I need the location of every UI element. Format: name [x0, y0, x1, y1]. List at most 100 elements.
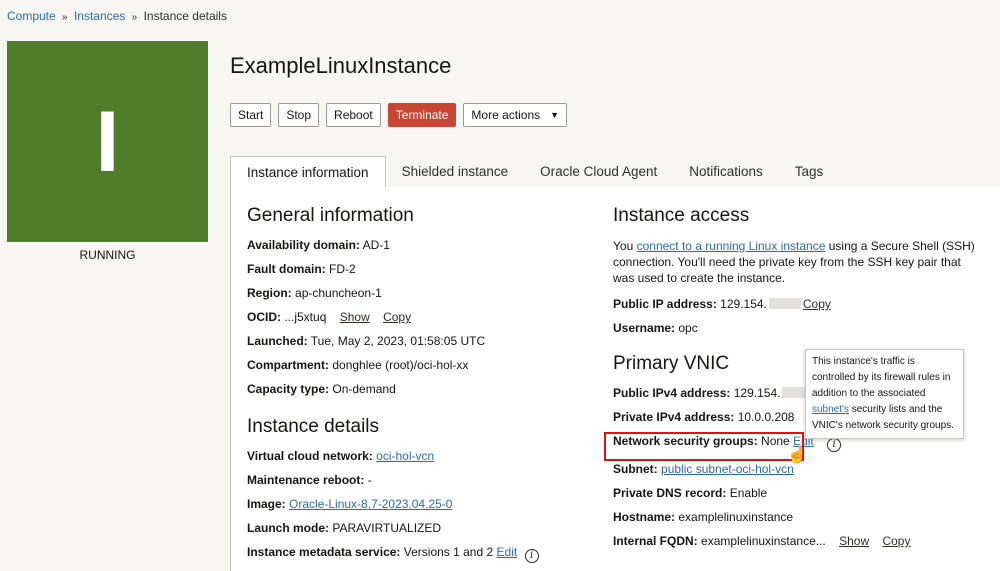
caret-down-icon: ▼: [550, 110, 560, 120]
info-icon[interactable]: i: [524, 549, 539, 563]
nsg-tooltip: This instance's traffic is controlled by…: [805, 349, 964, 439]
field-label: Region:: [247, 286, 292, 300]
instance-details-heading: Instance details: [247, 416, 380, 437]
field-value: Enable: [729, 486, 768, 500]
field-value: examplelinuxinstance: [678, 510, 794, 524]
instance-access-heading: Instance access: [613, 205, 750, 226]
field-label: Availability domain:: [247, 238, 360, 252]
field-label: Launch mode:: [247, 521, 330, 535]
field-label: Fault domain:: [247, 262, 326, 276]
field-label: Capacity type:: [247, 382, 330, 396]
availability-domain-row: Availability domain: AD-1: [247, 238, 587, 252]
image-row: Image: Oracle-Linux-8.7-2023.04.25-0: [247, 497, 587, 511]
tooltip-text: This instance's traffic is controlled by…: [812, 356, 951, 399]
tab-instance-information[interactable]: Instance information: [230, 156, 386, 188]
image-link[interactable]: Oracle-Linux-8.7-2023.04.25-0: [289, 497, 452, 511]
field-label: Internal FQDN:: [613, 534, 698, 548]
vcn-link[interactable]: oci-hol-vcn: [376, 449, 434, 463]
more-actions-button[interactable]: More actions ▼: [463, 103, 568, 127]
field-value: donghlee (root)/oci-hol-xx: [332, 358, 469, 372]
field-value: ap-chuncheon-1: [295, 286, 382, 300]
breadcrumb-separator: »: [62, 12, 68, 23]
maintenance-reboot-row: Maintenance reboot: -: [247, 473, 587, 487]
field-label: OCID:: [247, 310, 281, 324]
start-button[interactable]: Start: [230, 103, 272, 127]
page-title: ExampleLinuxInstance: [230, 53, 452, 78]
redacted-value: [768, 298, 801, 309]
connect-linux-instance-link[interactable]: connect to a running Linux instance: [637, 239, 826, 253]
field-value: 129.154.: [733, 386, 781, 400]
field-value: ...j5xtuq: [284, 310, 327, 324]
field-label: Private IPv4 address:: [613, 410, 735, 424]
instance-access-description: You connect to a running Linux instance …: [613, 238, 983, 286]
field-label: Username:: [613, 321, 676, 335]
breadcrumb-separator: »: [131, 12, 138, 23]
launch-mode-row: Launch mode: PARAVIRTUALIZED: [247, 521, 587, 535]
breadcrumb-current: Instance details: [143, 9, 227, 23]
terminate-button[interactable]: Terminate: [387, 103, 457, 127]
username-row: Username: opc: [613, 321, 983, 335]
field-value: AD-1: [362, 238, 390, 252]
tab-notifications[interactable]: Notifications: [673, 156, 779, 187]
info-icon[interactable]: i: [827, 438, 842, 452]
field-value: Versions 1 and 2: [403, 545, 494, 559]
tooltip-subnet-link[interactable]: subnet's: [812, 404, 849, 415]
instance-state-letter: I: [95, 93, 120, 190]
public-ip-copy-link[interactable]: Copy: [803, 297, 831, 311]
field-label: Subnet:: [613, 462, 658, 476]
field-value: PARAVIRTUALIZED: [332, 521, 442, 535]
tab-bar: Instance information Shielded instance O…: [230, 156, 1000, 188]
internal-fqdn-row: Internal FQDN: examplelinuxinstance... S…: [613, 534, 983, 548]
ocid-show-link[interactable]: Show: [340, 310, 370, 324]
tab-oracle-cloud-agent[interactable]: Oracle Cloud Agent: [524, 156, 673, 187]
region-row: Region: ap-chuncheon-1: [247, 286, 587, 300]
public-ip-row: Public IP address: 129.154. Copy: [613, 297, 983, 311]
private-dns-row: Private DNS record: Enable: [613, 486, 983, 500]
field-value: Tue, May 2, 2023, 01:58:05 UTC: [310, 334, 486, 348]
field-label: Instance metadata service:: [247, 545, 401, 559]
breadcrumb-compute[interactable]: Compute: [7, 9, 56, 23]
left-column: General information Availability domain:…: [247, 205, 587, 571]
general-information-heading: General information: [247, 205, 414, 226]
field-label: Launched:: [247, 334, 308, 348]
reboot-button[interactable]: Reboot: [326, 103, 381, 127]
breadcrumb-instances[interactable]: Instances: [74, 9, 125, 23]
metadata-service-row: Instance metadata service: Versions 1 an…: [247, 545, 587, 563]
launched-row: Launched: Tue, May 2, 2023, 01:58:05 UTC: [247, 334, 587, 348]
stop-button[interactable]: Stop: [278, 103, 320, 127]
metadata-service-edit-link[interactable]: Edit: [497, 545, 518, 559]
breadcrumb: Compute » Instances » Instance details: [7, 9, 227, 23]
field-label: Private DNS record:: [613, 486, 727, 500]
hostname-row: Hostname: examplelinuxinstance: [613, 510, 983, 524]
field-label: Hostname:: [613, 510, 676, 524]
field-label: Public IPv4 address:: [613, 386, 731, 400]
field-value: FD-2: [329, 262, 356, 276]
field-label: Public IP address:: [613, 297, 717, 311]
ocid-row: OCID: ...j5xtuq Show Copy: [247, 310, 587, 324]
more-actions-label: More actions: [471, 108, 541, 122]
subnet-link[interactable]: public subnet-oci-hol-vcn: [661, 462, 794, 476]
fqdn-copy-link[interactable]: Copy: [882, 534, 910, 548]
field-label: Maintenance reboot:: [247, 473, 365, 487]
tab-shielded-instance[interactable]: Shielded instance: [386, 156, 525, 187]
capacity-type-row: Capacity type: On-demand: [247, 382, 587, 396]
field-label: Image:: [247, 497, 286, 511]
description-text: You: [613, 239, 637, 253]
compartment-row: Compartment: donghlee (root)/oci-hol-xx: [247, 358, 587, 372]
hand-cursor-icon: ☝: [787, 447, 807, 464]
instance-state-tile: I: [7, 41, 208, 242]
fault-domain-row: Fault domain: FD-2: [247, 262, 587, 276]
field-value: 129.154.: [720, 297, 767, 311]
ocid-copy-link[interactable]: Copy: [383, 310, 411, 324]
fqdn-show-link[interactable]: Show: [839, 534, 869, 548]
tab-tags[interactable]: Tags: [779, 156, 840, 187]
field-value: On-demand: [332, 382, 396, 396]
field-label: Compartment:: [247, 358, 330, 372]
field-value: opc: [678, 321, 698, 335]
field-value: examplelinuxinstance...: [701, 534, 826, 548]
vcn-row: Virtual cloud network: oci-hol-vcn: [247, 449, 587, 463]
field-label: Virtual cloud network:: [247, 449, 373, 463]
field-value: -: [367, 473, 372, 487]
action-toolbar: Start Stop Reboot Terminate More actions…: [230, 103, 568, 127]
field-value: 10.0.0.208: [737, 410, 795, 424]
